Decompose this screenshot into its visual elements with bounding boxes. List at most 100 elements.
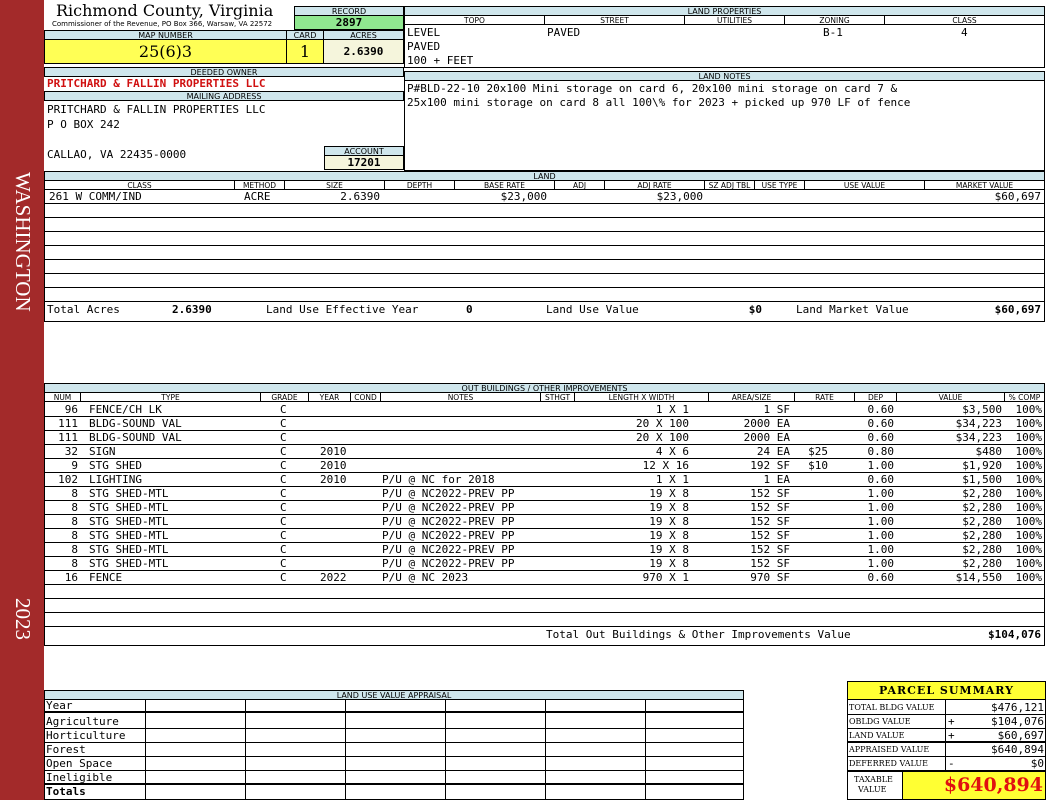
ob-value: $480 xyxy=(975,445,1003,458)
luv-label-forest: Forest xyxy=(46,743,86,756)
total-acres-label: Total Acres xyxy=(47,303,120,316)
ob-type: STG SHED-MTL xyxy=(89,557,169,570)
ob-num: 102 xyxy=(58,473,78,486)
ps-value-obldg: $104,076 xyxy=(991,715,1044,728)
ob-dep: 1.00 xyxy=(867,529,895,542)
ob-type: STG SHED-MTL xyxy=(89,529,169,542)
ob-dep: 0.60 xyxy=(867,571,895,584)
ob-length-width: 19 X 8 xyxy=(649,487,689,500)
ob-length-width: 20 X 100 xyxy=(636,417,689,430)
ob-area: 152 SF xyxy=(750,543,790,556)
account-number: 17201 xyxy=(324,155,404,170)
ob-type: SIGN xyxy=(89,445,116,458)
land-notes-line-2: 25x100 mini storage on card 8 all 100\% … xyxy=(407,96,911,109)
ps-sign-obldg: + xyxy=(948,715,955,728)
acres-value: 2.6390 xyxy=(323,39,404,64)
luv-label-open-space: Open Space xyxy=(46,757,113,770)
ob-grade: C xyxy=(280,557,287,570)
ps-row-total-bldg: TOTAL BLDG VALUE $476,121 xyxy=(847,701,1046,715)
ob-comp: 100% xyxy=(1015,515,1043,528)
ob-year: 2010 xyxy=(320,473,347,486)
land-empty-row xyxy=(44,288,1045,302)
zoning-value: B-1 xyxy=(823,26,843,39)
ob-rate xyxy=(794,417,828,431)
outbuildings-total-label: Total Out Buildings & Other Improvements… xyxy=(546,628,851,641)
ob-rate xyxy=(794,557,828,571)
ob-area: 152 SF xyxy=(750,501,790,514)
ob-notes: P/U @ NC2022-PREV PP xyxy=(382,501,515,514)
ob-dep: 0.60 xyxy=(867,431,895,444)
ob-comp: 100% xyxy=(1015,501,1043,514)
ob-value: $2,280 xyxy=(962,501,1002,514)
ob-length-width: 1 X 1 xyxy=(655,403,689,416)
ob-length-width: 12 X 16 xyxy=(642,459,689,472)
luv-label-year: Year xyxy=(46,699,73,712)
land-use-value-label: Land Use Value xyxy=(546,303,639,316)
outbuilding-row: 8 STG SHED-MTL C P/U @ NC2022-PREV PP 19 X 8… xyxy=(44,543,1045,557)
total-acres: 2.6390 xyxy=(172,303,212,316)
ob-comp: 100% xyxy=(1015,473,1043,486)
outbuilding-row: 32 SIGN C 2010 4 X 6 24 EA $25 0.80 $480 100% xyxy=(44,445,1045,459)
ob-length-width: 20 X 100 xyxy=(636,431,689,444)
ob-notes: P/U @ NC 2023 xyxy=(382,571,469,584)
ob-type: STG SHED xyxy=(89,459,142,472)
ob-notes xyxy=(382,431,552,445)
luv-label-totals: Totals xyxy=(46,785,86,798)
luv-row-agriculture: Agriculture xyxy=(44,715,744,729)
ob-grade: C xyxy=(280,515,287,528)
ob-dep: 1.00 xyxy=(867,501,895,514)
outbuilding-row: 8 STG SHED-MTL C P/U @ NC2022-PREV PP 19 X 8… xyxy=(44,487,1045,501)
luv-row-totals: Totals xyxy=(44,785,744,799)
ob-dep: 0.60 xyxy=(867,417,895,430)
ob-year xyxy=(320,529,360,543)
luv-label-agriculture: Agriculture xyxy=(46,715,119,728)
ob-year xyxy=(320,543,360,557)
ob-notes: P/U @ NC2022-PREV PP xyxy=(382,487,515,500)
land-empty-row xyxy=(44,218,1045,232)
ps-row-deferred: DEFERRED VALUE - $0 xyxy=(847,757,1046,771)
ob-type: LIGHTING xyxy=(89,473,142,486)
outbuilding-row: 111 BLDG-SOUND VAL C 20 X 100 2000 EA 0.60 $34… xyxy=(44,417,1045,431)
ob-empty-row xyxy=(44,599,1045,613)
ob-comp: 100% xyxy=(1015,459,1043,472)
ob-value: $1,500 xyxy=(962,473,1002,486)
ob-type: BLDG-SOUND VAL xyxy=(89,417,182,430)
land-empty-row xyxy=(44,246,1045,260)
ob-grade: C xyxy=(280,459,287,472)
ps-value-deferred: $0 xyxy=(1030,757,1044,770)
ob-num: 8 xyxy=(71,543,78,556)
land-totals-row: Total Acres 2.6390 Land Use Effective Ye… xyxy=(44,303,1045,319)
ob-dep: 1.00 xyxy=(867,543,895,556)
ob-rate xyxy=(794,501,828,515)
ob-value: $1,920 xyxy=(962,459,1002,472)
mailing-address-line-1: PRITCHARD & FALLIN PROPERTIES LLC xyxy=(47,103,266,116)
ob-year: 2010 xyxy=(320,459,347,472)
outbuilding-row: 96 FENCE/CH LK C 1 X 1 1 SF 0.60 $3,500 100% xyxy=(44,403,1045,417)
ob-num: 8 xyxy=(71,557,78,570)
ps-label-obldg: OBLDG VALUE xyxy=(849,717,911,726)
map-number: 25(6)3 xyxy=(44,39,287,64)
ob-year xyxy=(320,417,360,431)
ob-area: 152 SF xyxy=(750,529,790,542)
outbuilding-row: 8 STG SHED-MTL C P/U @ NC2022-PREV PP 19 X 8… xyxy=(44,529,1045,543)
ob-grade: C xyxy=(280,529,287,542)
ps-row-appraised: APPRAISED VALUE $640,894 xyxy=(847,743,1046,757)
district-name: WASHINGTON xyxy=(11,172,35,312)
ob-comp: 100% xyxy=(1015,543,1043,556)
ob-comp: 100% xyxy=(1015,487,1043,500)
ob-grade: C xyxy=(280,487,287,500)
ob-type: BLDG-SOUND VAL xyxy=(89,431,182,444)
mailing-address-line-4: CALLAO, VA 22435-0000 xyxy=(47,148,187,161)
ob-value: $2,280 xyxy=(962,529,1002,542)
ob-num: 8 xyxy=(71,529,78,542)
ob-comp: 100% xyxy=(1015,417,1043,430)
ob-length-width: 19 X 8 xyxy=(649,501,689,514)
ob-length-width: 19 X 8 xyxy=(649,529,689,542)
ob-year xyxy=(320,515,360,529)
ob-num: 8 xyxy=(71,501,78,514)
ob-length-width: 19 X 8 xyxy=(649,543,689,556)
deeded-owner-label: DEEDED OWNER xyxy=(44,67,404,77)
ob-num: 111 xyxy=(58,431,78,444)
luv-row-open-space: Open Space xyxy=(44,757,744,771)
taxable-label-2: VALUE xyxy=(858,785,887,794)
